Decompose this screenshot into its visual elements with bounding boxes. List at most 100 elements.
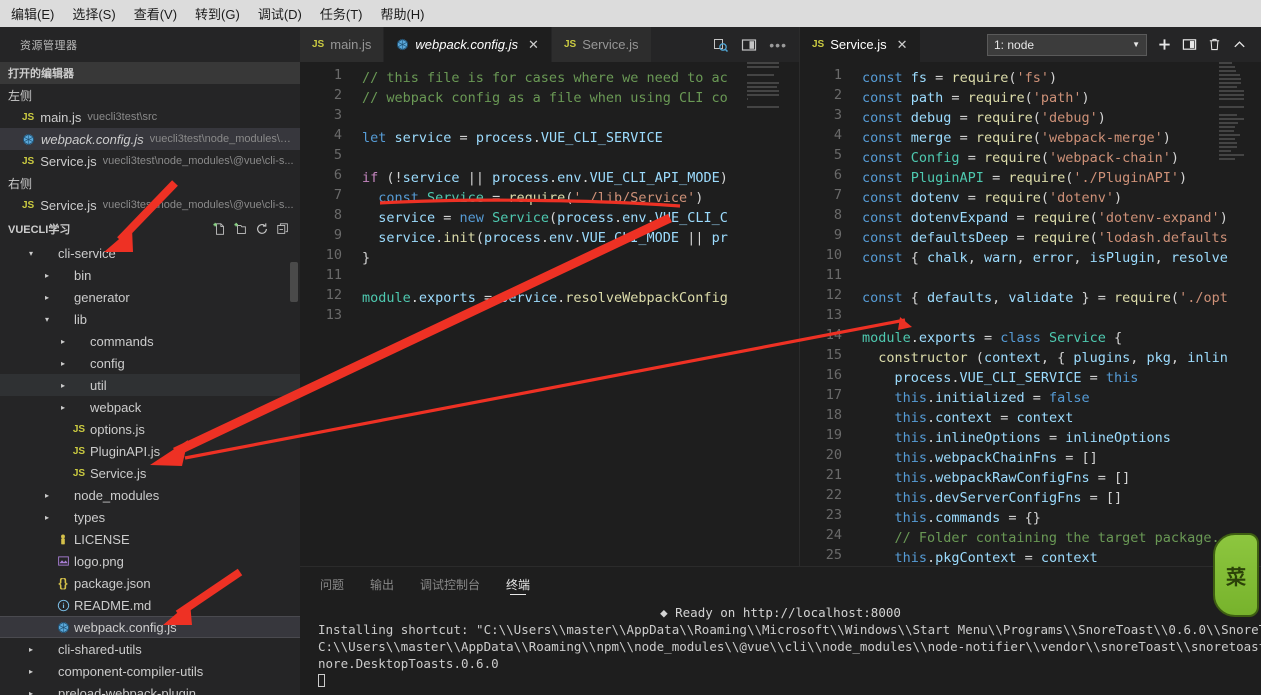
menu-item-3[interactable]: 转到(G) (186, 1, 249, 26)
tree-row[interactable]: ▸ cli-shared-utils (0, 638, 300, 660)
code-line: this.inlineOptions = inlineOptions (862, 428, 1261, 448)
tree-row[interactable]: webpack.config.js (0, 616, 300, 638)
panel-tab[interactable]: 问题 (320, 567, 344, 602)
tree-row[interactable]: ▸ webpack (0, 396, 300, 418)
line-number: 15 (825, 347, 842, 363)
terminal-select[interactable]: 1: node ▼ (987, 33, 1147, 56)
tree-row[interactable]: {} package.json (0, 572, 300, 594)
editor-tab[interactable]: webpack.config.js ✕ (384, 27, 552, 62)
refresh-icon[interactable] (255, 222, 269, 236)
split-editor-icon[interactable] (741, 37, 757, 53)
code-line: const merge = require('webpack-merge') (862, 128, 1261, 148)
panel-tab[interactable]: 终端 (506, 567, 530, 602)
code-token: const (862, 170, 911, 186)
minimap-line (1219, 98, 1245, 100)
panel-tab[interactable]: 输出 (370, 567, 394, 602)
panel-actions: 1: node ▼ (987, 27, 1261, 62)
new-folder-icon[interactable] (234, 222, 248, 236)
project-root-header[interactable]: VUECLI学习 (0, 216, 300, 242)
editor-tab[interactable]: JS main.js (300, 27, 385, 62)
code-token: } (362, 250, 371, 266)
tree-row[interactable]: logo.png (0, 550, 300, 572)
code-token: 'debug' (1040, 110, 1098, 126)
tree-row[interactable]: LICENSE (0, 528, 300, 550)
kill-terminal-icon[interactable] (1207, 37, 1222, 52)
line-number: 17 (825, 387, 842, 403)
menu-item-6[interactable]: 帮助(H) (371, 1, 433, 26)
tree-row[interactable]: ▸ util (0, 374, 300, 396)
tree-row[interactable]: ▸ generator (0, 286, 300, 308)
tree-row[interactable]: ▸ preload-webpack-plugin (0, 682, 300, 695)
tree-row[interactable]: ▾ lib (0, 308, 300, 330)
open-editor-item[interactable]: JS Service.js vuecli3test\node_modules\@vu… (0, 194, 300, 216)
code-token: pkgContext (935, 550, 1025, 566)
menu-item-0[interactable]: 编辑(E) (2, 1, 63, 26)
tree-row[interactable]: JS options.js (0, 418, 300, 440)
tree-row-label: component-compiler-utils (58, 663, 204, 679)
tree-row[interactable]: ▸ bin (0, 264, 300, 286)
tree-row[interactable]: ▸ component-compiler-utils (0, 660, 300, 682)
close-icon[interactable]: ✕ (897, 37, 908, 53)
menu-item-2[interactable]: 查看(V) (125, 1, 186, 26)
menu-item-5[interactable]: 任务(T) (311, 1, 372, 26)
editor-tab[interactable]: JS Service.js ✕ (800, 27, 921, 62)
new-file-icon[interactable] (213, 222, 227, 236)
menu-item-4[interactable]: 调试(D) (249, 1, 311, 26)
editor-tab-label: Service.js (582, 37, 639, 52)
code-token: this (862, 410, 928, 426)
minimap-right[interactable] (1219, 62, 1247, 566)
editor-tab[interactable]: JS Service.js (551, 27, 652, 62)
tree-row[interactable]: ▸ config (0, 352, 300, 374)
js-icon: JS (22, 199, 35, 211)
code-token: process (475, 130, 533, 146)
code-token: [] (1105, 490, 1123, 506)
open-changes-icon[interactable] (713, 37, 729, 53)
code-token: ( (1040, 150, 1049, 166)
more-actions-icon[interactable]: ••• (769, 37, 787, 53)
tree-row[interactable]: ▸ types (0, 506, 300, 528)
tree-row[interactable]: ▸ node_modules (0, 484, 300, 506)
code-editor-right[interactable]: 1 2 3 4 5 6 7 8 9 10 11 12 13 14 15 16 17 18 19 20 21 22 23 24 2… (800, 62, 1261, 566)
code-token: {} (1024, 510, 1041, 526)
minimap-left[interactable] (747, 62, 783, 566)
tree-row[interactable]: JS PluginAPI.js (0, 440, 300, 462)
code-token: . (614, 210, 623, 226)
code-line: module.exports = service.resolveWebpackC… (362, 288, 799, 308)
open-editor-item[interactable]: webpack.config.js vuecli3test\node_module… (0, 128, 300, 150)
panel-tab[interactable]: 调试控制台 (420, 567, 480, 602)
collapse-all-icon[interactable] (276, 222, 290, 236)
chevron-down-icon: ▾ (44, 314, 49, 324)
panel-tabs: 问题 输出 调试控制台 终端 (300, 567, 1261, 602)
code-line: const dotenvExpand = require('dotenv-exp… (862, 208, 1261, 228)
open-editor-item[interactable]: JS Service.js vuecli3test\node_modules\@vu… (0, 150, 300, 172)
code-line: // webpack config as a file when using C… (362, 88, 799, 108)
open-editors-header[interactable]: 打开的编辑器 (0, 62, 300, 84)
tree-scrollbar[interactable] (290, 262, 298, 302)
line-number: 8 (333, 207, 342, 223)
code-token: = (443, 210, 460, 226)
code-line: } (362, 248, 799, 268)
tree-row[interactable]: ▸ commands (0, 330, 300, 352)
add-terminal-icon[interactable] (1157, 37, 1172, 52)
code-token: = (983, 330, 1001, 346)
explorer-actions (213, 222, 300, 236)
minimap-line (747, 66, 780, 68)
line-number: 3 (833, 107, 842, 123)
split-terminal-icon[interactable] (1182, 37, 1197, 52)
code-editor-left[interactable]: 1 2 3 4 5 6 7 8 9 10 11 12 13 // this file is for ca… (300, 62, 799, 566)
tree-row[interactable]: ▾ cli-service (0, 242, 300, 264)
code-token: process (862, 370, 952, 386)
collapse-panel-icon[interactable] (1232, 37, 1247, 52)
tree-row-label: cli-service (58, 245, 116, 261)
minimap-line (1219, 138, 1236, 140)
close-icon[interactable]: ✕ (528, 37, 539, 53)
tree-row[interactable]: JS Service.js (0, 462, 300, 484)
tree-row[interactable]: README.md (0, 594, 300, 616)
open-editor-item[interactable]: JS main.js vuecli3test\src (0, 106, 300, 128)
menu-item-1[interactable]: 选择(S) (63, 1, 124, 26)
line-number: 12 (325, 287, 342, 303)
floating-widget[interactable]: 菜 (1213, 533, 1259, 617)
terminal-output[interactable]: ◆ Ready on http://localhost:8000 Installi… (300, 602, 1261, 695)
code-token: = (1097, 470, 1114, 486)
